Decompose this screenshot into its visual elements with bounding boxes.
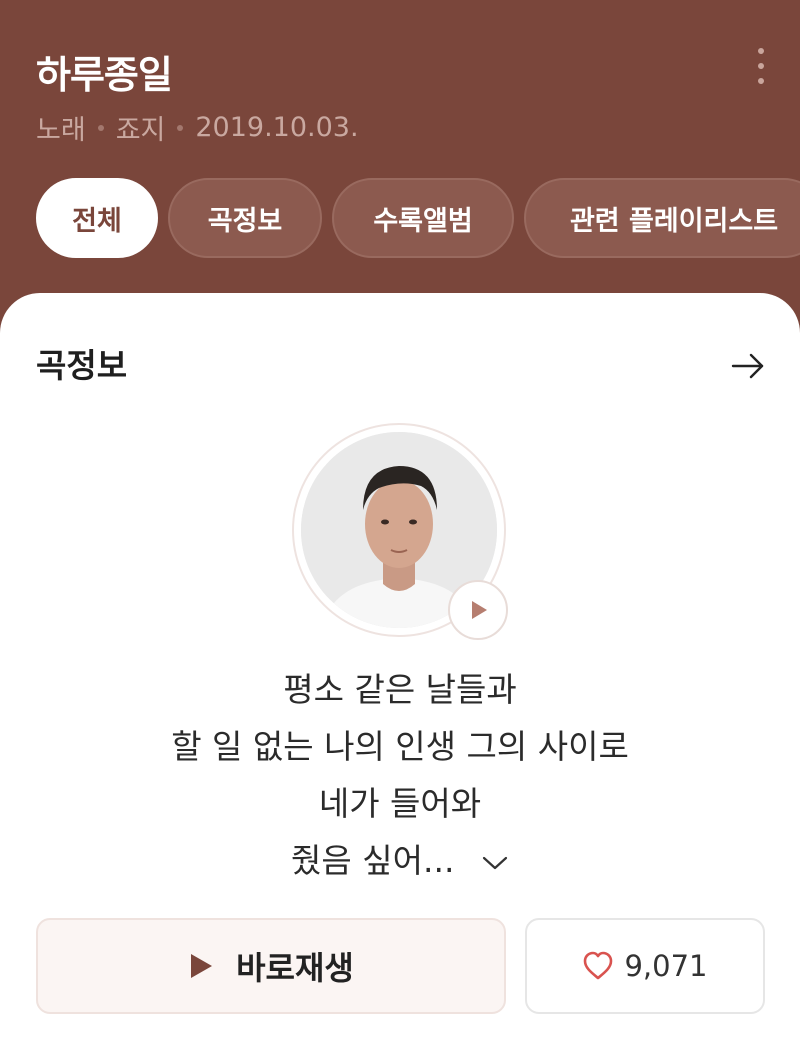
meta-artist[interactable]: 죠지 [116,108,166,147]
page-title: 하루종일 [36,53,173,97]
like-count: 9,071 [624,949,708,983]
heart-icon [584,951,613,980]
header: 하루종일 노래 죠지 2019.10.03. 전체 곡정보 수록앨범 관련 플레… [0,0,800,300]
tab-related-playlists[interactable]: 관련 플레이리스트 [524,178,800,258]
lyrics-line: 네가 들어와 [318,784,482,823]
tab-album[interactable]: 수록앨범 [332,178,514,258]
arrow-right-icon[interactable] [730,348,766,384]
play-now-label: 바로재생 [236,949,354,987]
tab-song-info[interactable]: 곡정보 [168,178,322,258]
section-title: 곡정보 [36,346,128,385]
separator-dot [177,124,184,131]
lyrics-preview: 평소 같은 날들과 할 일 없는 나의 인생 그의 사이로 네가 들어와 줬음 … [0,661,800,889]
lyrics-line-last: 줬음 싶어... [0,832,800,889]
play-now-button[interactable]: 바로재생 [36,918,506,1014]
play-icon [191,954,213,978]
more-vertical-icon[interactable] [748,48,774,84]
preview-play-button[interactable] [448,580,508,640]
song-info-card: 곡정보 평소 같은 날들과 할 일 없는 나의 인생 그의 사이로 네가 들어와… [0,293,800,1053]
lyrics-line-text: 줬음 싶어... [291,841,455,880]
song-meta: 노래 죠지 2019.10.03. [36,108,359,147]
like-button[interactable]: 9,071 [525,918,765,1014]
chevron-down-icon[interactable] [481,831,509,888]
meta-date: 2019.10.03. [195,112,359,143]
lyrics-line: 할 일 없는 나의 인생 그의 사이로 [171,727,629,766]
lyrics-line: 평소 같은 날들과 [283,670,517,709]
tab-all[interactable]: 전체 [36,178,158,258]
play-icon [472,601,487,619]
meta-type: 노래 [36,115,86,146]
separator-dot [97,124,104,131]
